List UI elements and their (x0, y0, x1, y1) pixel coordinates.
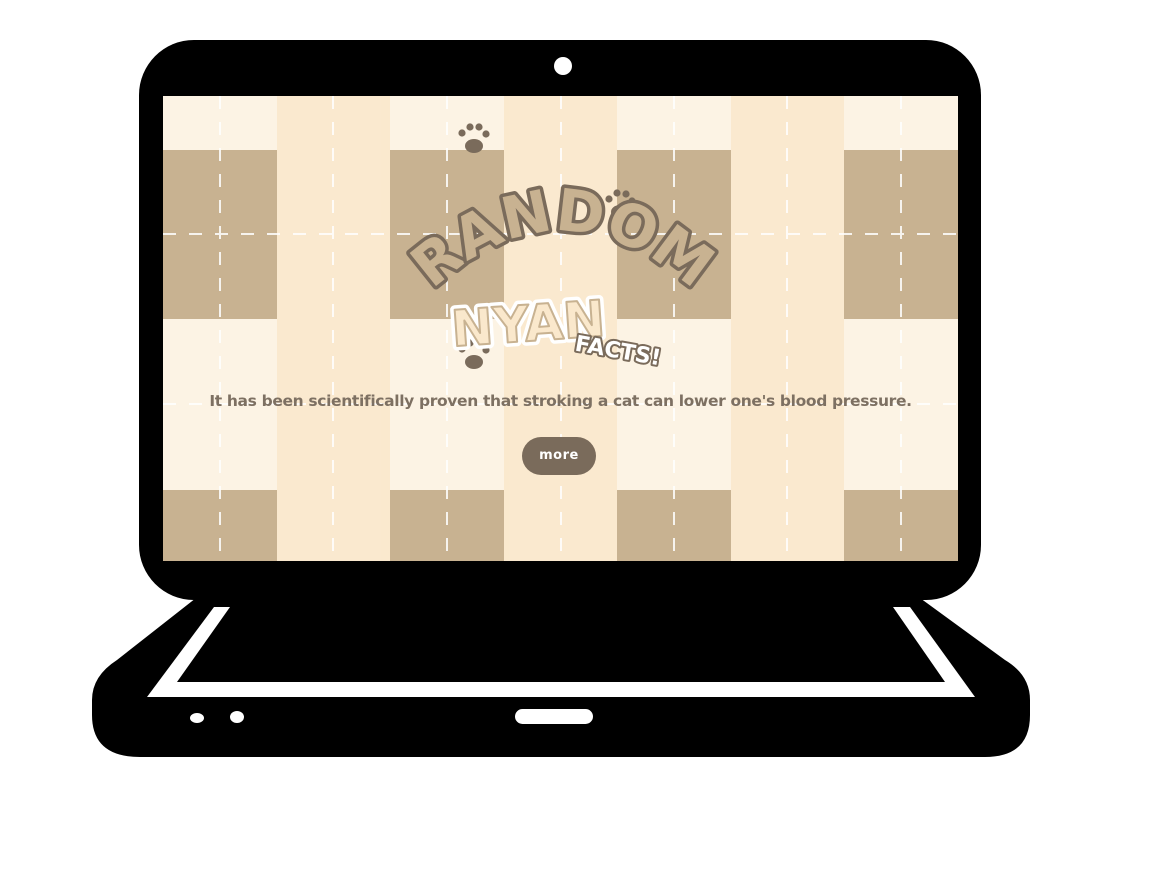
status-light-icon (190, 713, 204, 723)
logo-random: RANDOM (398, 176, 726, 301)
more-button[interactable]: more (522, 437, 596, 475)
status-light-icon (230, 711, 244, 723)
laptop-mockup: RANDOM NYAN NYAN FACTS! It has been scie… (0, 0, 1149, 870)
trackpad-icon (515, 709, 593, 724)
logo-facts: FACTS! (573, 332, 663, 372)
webcam-icon (554, 57, 572, 75)
laptop-screen: RANDOM NYAN NYAN FACTS! It has been scie… (163, 96, 958, 561)
random-nyan-facts-logo: RANDOM NYAN NYAN FACTS! (395, 123, 730, 373)
paw-print-icon (458, 123, 490, 153)
cat-fact-text: It has been scientifically proven that s… (209, 392, 912, 410)
keyboard-deck (177, 607, 945, 682)
